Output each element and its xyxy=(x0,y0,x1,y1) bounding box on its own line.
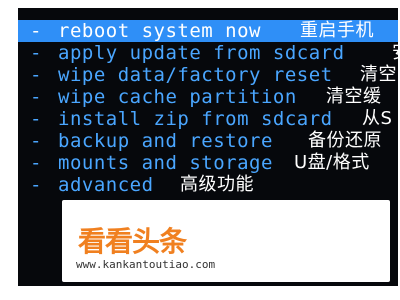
menu-item-label-zh: 高级功能 xyxy=(180,174,254,195)
menu-item-label: mounts and storage xyxy=(58,152,273,174)
menu-item-mounts-and-storage[interactable]: - mounts and storage U盘/格式 xyxy=(18,152,398,174)
menu-item-label-zh: 从S xyxy=(362,108,393,129)
bottom-frame xyxy=(18,286,398,300)
menu-item-label-zh: 清空 xyxy=(360,64,397,85)
menu-item-label: apply update from sdcard xyxy=(58,42,345,64)
menu-item-label: backup and restore xyxy=(58,130,273,152)
menu-item-label: install zip from sdcard xyxy=(58,108,333,130)
watermark-overlay: 看看头条 www.kankantoutiao.com xyxy=(62,200,390,282)
menu-item-label: advanced xyxy=(58,174,154,196)
menu-item-apply-update-from-sdcard[interactable]: - apply update from sdcard 安 xyxy=(18,42,398,64)
menu-item-reboot-system-now[interactable]: - reboot system now 重启手机 xyxy=(18,20,398,42)
menu-item-label: wipe data/factory reset xyxy=(58,64,333,86)
menu-item-label-zh: 安 xyxy=(392,42,398,64)
menu-bullet: - xyxy=(30,108,42,130)
menu-item-install-zip-from-sdcard[interactable]: - install zip from sdcard 从S xyxy=(18,108,398,130)
recovery-menu: - reboot system now 重启手机 - apply update … xyxy=(18,20,398,196)
menu-item-label: wipe cache partition xyxy=(58,86,297,108)
menu-item-label-zh: 清空缓 xyxy=(326,86,382,107)
menu-item-wipe-cache-partition[interactable]: - wipe cache partition 清空缓 xyxy=(18,86,398,108)
menu-item-label-zh: U盘/格式 xyxy=(294,152,370,173)
watermark-url: www.kankantoutiao.com xyxy=(76,258,216,271)
left-frame xyxy=(0,0,18,300)
menu-bullet: - xyxy=(30,42,42,64)
menu-item-label: reboot system now xyxy=(58,20,261,42)
menu-item-label-zh: 备份还原 xyxy=(308,130,382,151)
menu-bullet: - xyxy=(30,86,42,108)
watermark-logo: 看看头条 xyxy=(78,225,187,258)
menu-item-advanced[interactable]: - advanced 高级功能 xyxy=(18,174,398,196)
menu-item-label-zh: 重启手机 xyxy=(300,20,374,41)
menu-item-backup-and-restore[interactable]: - backup and restore 备份还原 xyxy=(18,130,398,152)
menu-item-wipe-data-factory-reset[interactable]: - wipe data/factory reset 清空 xyxy=(18,64,398,86)
menu-bullet: - xyxy=(30,130,42,152)
menu-bullet: - xyxy=(30,64,42,86)
menu-bullet: - xyxy=(30,20,42,42)
menu-bullet: - xyxy=(30,174,42,196)
menu-bullet: - xyxy=(30,152,42,174)
